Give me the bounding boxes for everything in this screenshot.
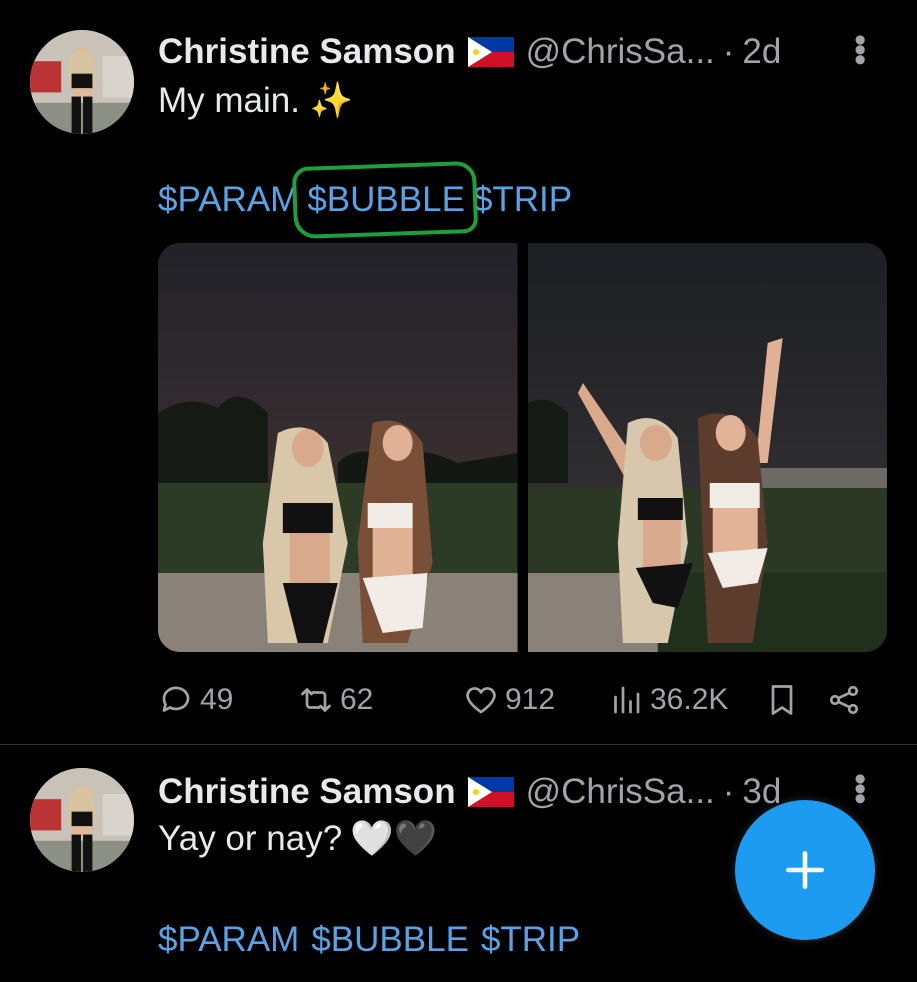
plus-icon xyxy=(786,851,824,889)
photo[interactable] xyxy=(527,243,887,652)
cashtag-link[interactable]: $PARAM xyxy=(158,920,299,960)
cashtag-link[interactable]: $TRIP xyxy=(473,180,572,220)
views-icon xyxy=(614,686,640,714)
reply-button[interactable]: 49 xyxy=(158,682,233,718)
photo-image xyxy=(527,243,887,652)
cashtag-link-highlighted[interactable]: $BUBBLE xyxy=(307,180,465,220)
more-vertical-icon[interactable]: ••• xyxy=(841,34,879,64)
cashtags: $PARAM $BUBBLE $TRIP xyxy=(158,920,592,960)
views-count: 36.2K xyxy=(650,683,729,716)
cashtags: $PARAM $BUBBLE $TRIP xyxy=(158,180,580,220)
cashtag-link[interactable]: $TRIP xyxy=(481,920,580,960)
like-count: 912 xyxy=(505,683,556,716)
timestamp[interactable]: 2d xyxy=(742,32,781,72)
tweet-text: Yay or nay? xyxy=(158,818,343,858)
bookmark-icon xyxy=(771,685,793,715)
tweet[interactable]: Christine Samson @ChrisSa... · 2d ••• My… xyxy=(0,0,917,745)
separator: · xyxy=(722,32,735,71)
more-vertical-icon[interactable]: ••• xyxy=(841,773,879,803)
photo-image xyxy=(158,243,518,652)
media-grid xyxy=(158,243,887,652)
photo[interactable] xyxy=(158,243,518,652)
heart-emojis: 🤍🖤 xyxy=(350,819,438,858)
bookmark-button[interactable] xyxy=(764,682,800,718)
retweet-count: 62 xyxy=(340,683,374,716)
author-name[interactable]: Christine Samson xyxy=(158,772,456,812)
tweet-actions: 49 62 912 36.2K xyxy=(158,676,877,724)
tweet-text: My main. ✨ xyxy=(158,81,354,120)
views-button[interactable]: 36.2K xyxy=(608,682,728,718)
author-handle[interactable]: @ChrisSa... xyxy=(526,772,715,812)
avatar[interactable] xyxy=(30,768,134,872)
retweet-icon xyxy=(301,688,331,712)
separator: · xyxy=(722,772,735,811)
author-handle[interactable]: @ChrisSa... xyxy=(526,32,715,72)
compose-button[interactable] xyxy=(735,800,875,940)
reply-count: 49 xyxy=(200,683,234,716)
retweet-button[interactable]: 62 xyxy=(298,682,373,718)
heart-icon xyxy=(466,687,496,714)
avatar-image xyxy=(30,30,134,134)
cashtag-link[interactable]: $PARAM xyxy=(158,180,299,220)
share-icon xyxy=(829,685,859,715)
share-button[interactable] xyxy=(826,682,862,718)
tweet-header: Christine Samson @ChrisSa... · 2d xyxy=(158,30,877,74)
avatar-image xyxy=(30,768,134,872)
author-name[interactable]: Christine Samson xyxy=(158,32,456,72)
tweet-text-row: Yay or nay? 🤍🖤 xyxy=(158,818,437,859)
avatar[interactable] xyxy=(30,30,134,134)
like-button[interactable]: 912 xyxy=(463,682,555,718)
reply-icon xyxy=(162,686,190,712)
philippines-flag-icon xyxy=(467,37,514,67)
philippines-flag-icon xyxy=(467,777,514,807)
cashtag-link[interactable]: $BUBBLE xyxy=(311,920,469,960)
tweet-header: Christine Samson @ChrisSa... · 3d xyxy=(158,770,877,814)
